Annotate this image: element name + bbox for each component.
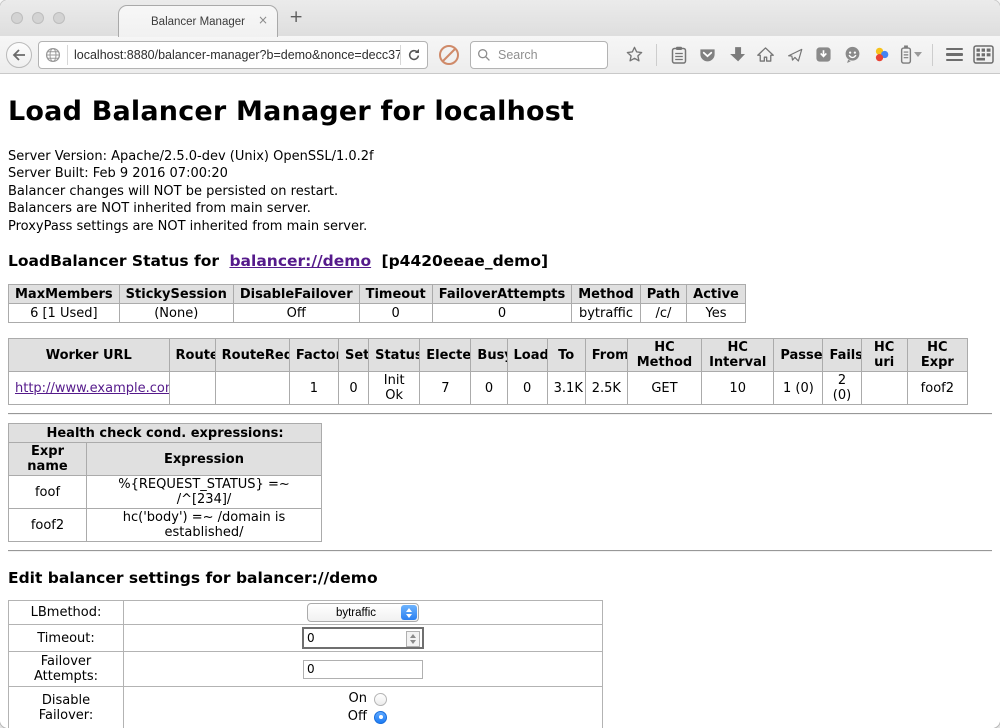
notice-inherit: Balancers are NOT inherited from main se…	[8, 200, 992, 218]
colored-dots-extension-button[interactable]	[867, 40, 896, 70]
reading-list-button[interactable]	[664, 40, 693, 70]
chat-smiley-button[interactable]	[838, 40, 867, 70]
balancer-demo-link[interactable]: balancer://demo	[229, 252, 371, 270]
divider	[8, 413, 992, 415]
tab-title: Balancer Manager	[151, 16, 245, 28]
smiley-icon	[843, 45, 862, 64]
worker-url-link[interactable]: http://www.example.com/	[15, 381, 169, 396]
table-row: foof %{REQUEST_STATUS} =~ /^[234]/	[9, 476, 322, 509]
menu-button[interactable]	[940, 40, 969, 70]
table-header-row: MaxMembers StickySession DisableFailover…	[9, 285, 746, 304]
lbmethod-row: LBmethod: bytraffic	[9, 601, 603, 625]
back-button[interactable]	[6, 42, 32, 68]
save-page-button[interactable]	[809, 40, 838, 70]
tab-bar: Balancer Manager × +	[0, 0, 1000, 36]
timeout-row: Timeout: 0	[9, 625, 603, 652]
server-built: Server Built: Feb 9 2016 07:00:20	[8, 165, 992, 183]
tiles-button[interactable]	[969, 40, 998, 70]
battery-extension-button[interactable]	[896, 40, 925, 70]
reload-icon	[407, 48, 421, 62]
send-plane-icon	[786, 46, 804, 64]
url-bar[interactable]: localhost:8880/balancer-manager?b=demo&n…	[38, 41, 428, 69]
minimize-window-button[interactable]	[32, 12, 44, 24]
health-check-table: Health check cond. expressions: Expr nam…	[8, 423, 322, 542]
zoom-window-button[interactable]	[53, 12, 65, 24]
select-stepper-icon	[401, 605, 417, 620]
table-row: http://www.example.com/ 1 0 Init Ok 7 0 …	[9, 372, 968, 405]
search-icon	[477, 48, 491, 62]
bookmark-star-button[interactable]	[620, 40, 649, 70]
download-arrow-icon	[728, 46, 745, 63]
toolbar-divider	[932, 44, 933, 66]
window-controls	[11, 12, 65, 24]
failover-attempts-input[interactable]	[303, 660, 423, 679]
lbmethod-select[interactable]: bytraffic	[307, 603, 419, 622]
bookmark-star-icon	[625, 45, 644, 64]
tiles-icon	[973, 45, 994, 64]
table-header-row: Expr name Expression	[9, 443, 322, 476]
search-bar[interactable]	[470, 41, 608, 69]
toolbar-buttons	[620, 40, 998, 70]
reload-button[interactable]	[401, 48, 427, 62]
site-identity-button[interactable]	[39, 47, 67, 63]
server-info: Server Version: Apache/2.5.0-dev (Unix) …	[8, 148, 992, 236]
failover-attempts-label: Failover Attempts:	[9, 652, 124, 687]
page-title: Load Balancer Manager for localhost	[8, 97, 992, 127]
content-block-icon[interactable]	[439, 45, 459, 65]
tab-close-icon[interactable]: ×	[258, 14, 268, 26]
radio-off-label: Off	[348, 709, 367, 725]
radio-on-label: On	[349, 691, 367, 707]
chevron-down-icon	[914, 52, 922, 57]
nav-toolbar: localhost:8880/balancer-manager?b=demo&n…	[0, 36, 1000, 74]
failover-on-radio[interactable]	[374, 693, 387, 706]
worker-status-table: Worker URL Route RouteRedir Factor Set S…	[8, 338, 968, 405]
balancer-settings-form: LBmethod: bytraffic Timeout: 0	[8, 600, 603, 728]
square-download-icon	[815, 46, 832, 63]
notice-persist: Balancer changes will NOT be persisted o…	[8, 183, 992, 201]
lbmethod-label: LBmethod:	[9, 601, 124, 625]
table-title-row: Health check cond. expressions:	[9, 424, 322, 443]
pocket-icon	[698, 46, 717, 64]
table-header-row: Worker URL Route RouteRedir Factor Set S…	[9, 339, 968, 372]
new-tab-button[interactable]: +	[289, 7, 303, 27]
toolbar-divider	[656, 44, 657, 66]
browser-tab[interactable]: Balancer Manager ×	[118, 5, 278, 37]
downloads-button[interactable]	[722, 40, 751, 70]
server-version: Server Version: Apache/2.5.0-dev (Unix) …	[8, 148, 992, 166]
search-input[interactable]	[496, 47, 596, 63]
divider	[8, 550, 992, 552]
pocket-button[interactable]	[693, 40, 722, 70]
failover-attempts-row: Failover Attempts:	[9, 652, 603, 687]
battery-icon	[900, 45, 912, 64]
loadbalancer-status-heading: LoadBalancer Status for balancer://demo …	[8, 252, 992, 270]
timeout-label: Timeout:	[9, 625, 124, 652]
disable-failover-label: Disable Failover:	[9, 687, 124, 728]
page-content: Load Balancer Manager for localhost Serv…	[0, 74, 1000, 728]
reading-list-icon	[671, 46, 687, 64]
home-icon	[756, 46, 775, 63]
back-icon	[12, 49, 26, 61]
balancer-status-table: MaxMembers StickySession DisableFailover…	[8, 284, 746, 323]
table-row: foof2 hc('body') =~ /domain is establish…	[9, 509, 322, 542]
close-window-button[interactable]	[11, 12, 23, 24]
number-spinner-icon[interactable]	[406, 631, 420, 647]
send-tab-button[interactable]	[780, 40, 809, 70]
globe-icon	[45, 47, 61, 63]
colored-dots-icon	[872, 45, 891, 64]
browser-window: Balancer Manager × + localhost:8880/bala…	[0, 0, 1000, 728]
hamburger-icon	[946, 48, 963, 62]
failover-off-radio[interactable]	[374, 711, 387, 724]
disable-failover-row: Disable Failover: On Off	[9, 687, 603, 728]
url-input[interactable]: localhost:8880/balancer-manager?b=demo&n…	[68, 48, 400, 62]
timeout-input[interactable]: 0	[302, 627, 424, 649]
edit-settings-heading: Edit balancer settings for balancer://de…	[8, 569, 992, 587]
notice-proxypass: ProxyPass settings are NOT inherited fro…	[8, 218, 992, 236]
table-row: 6 [1 Used] (None) Off 0 0 bytraffic /c/ …	[9, 304, 746, 323]
home-button[interactable]	[751, 40, 780, 70]
